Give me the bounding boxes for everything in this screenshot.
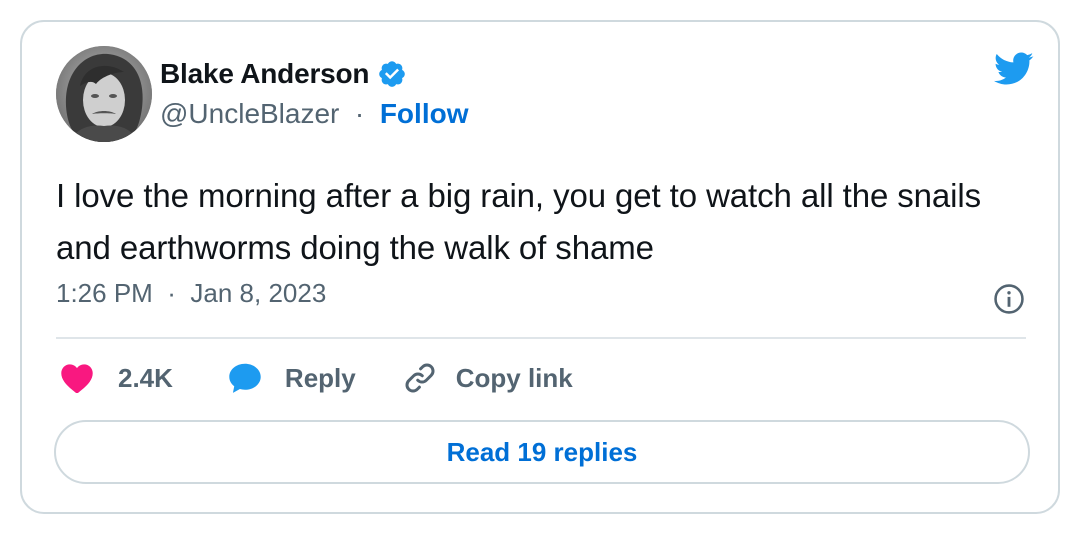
read-replies-button[interactable]: Read 19 replies — [54, 420, 1030, 484]
avatar-portrait — [56, 46, 152, 142]
author-name-row: Blake Anderson — [160, 58, 407, 90]
tweet-embed-card: Blake Anderson @UncleBlazer · Follow I l… — [20, 20, 1060, 514]
link-icon — [405, 363, 435, 393]
handle-separator: · — [347, 98, 373, 129]
copy-link-button[interactable]: Copy link — [402, 360, 573, 396]
reply-label: Reply — [284, 362, 356, 393]
copy-link-label: Copy link — [455, 362, 573, 393]
tweet-timestamp[interactable]: 1:26 PM · Jan 8, 2023 — [56, 278, 326, 309]
author-handle[interactable]: @UncleBlazer — [160, 98, 339, 129]
author-display-name[interactable]: Blake Anderson — [160, 58, 370, 90]
divider — [56, 337, 1026, 339]
speech-bubble-icon — [229, 363, 261, 393]
tweet-time: 1:26 PM — [56, 278, 153, 308]
action-bar: 2.4K Reply Copy link — [60, 360, 573, 396]
author-handle-row: @UncleBlazer · Follow — [160, 98, 468, 130]
tweet-text: I love the morning after a big rain, you… — [56, 177, 982, 266]
follow-button[interactable]: Follow — [380, 98, 469, 129]
reply-button[interactable]: Reply — [227, 362, 356, 394]
like-button[interactable]: 2.4K — [60, 362, 173, 394]
meta-separator: · — [160, 278, 184, 308]
tweet-date: Jan 8, 2023 — [190, 278, 327, 308]
heart-icon — [61, 364, 93, 394]
verified-badge-icon — [377, 59, 407, 89]
info-icon[interactable] — [992, 282, 1026, 316]
like-count: 2.4K — [118, 362, 173, 393]
twitter-bird-icon[interactable] — [994, 52, 1034, 86]
avatar[interactable] — [56, 46, 152, 142]
